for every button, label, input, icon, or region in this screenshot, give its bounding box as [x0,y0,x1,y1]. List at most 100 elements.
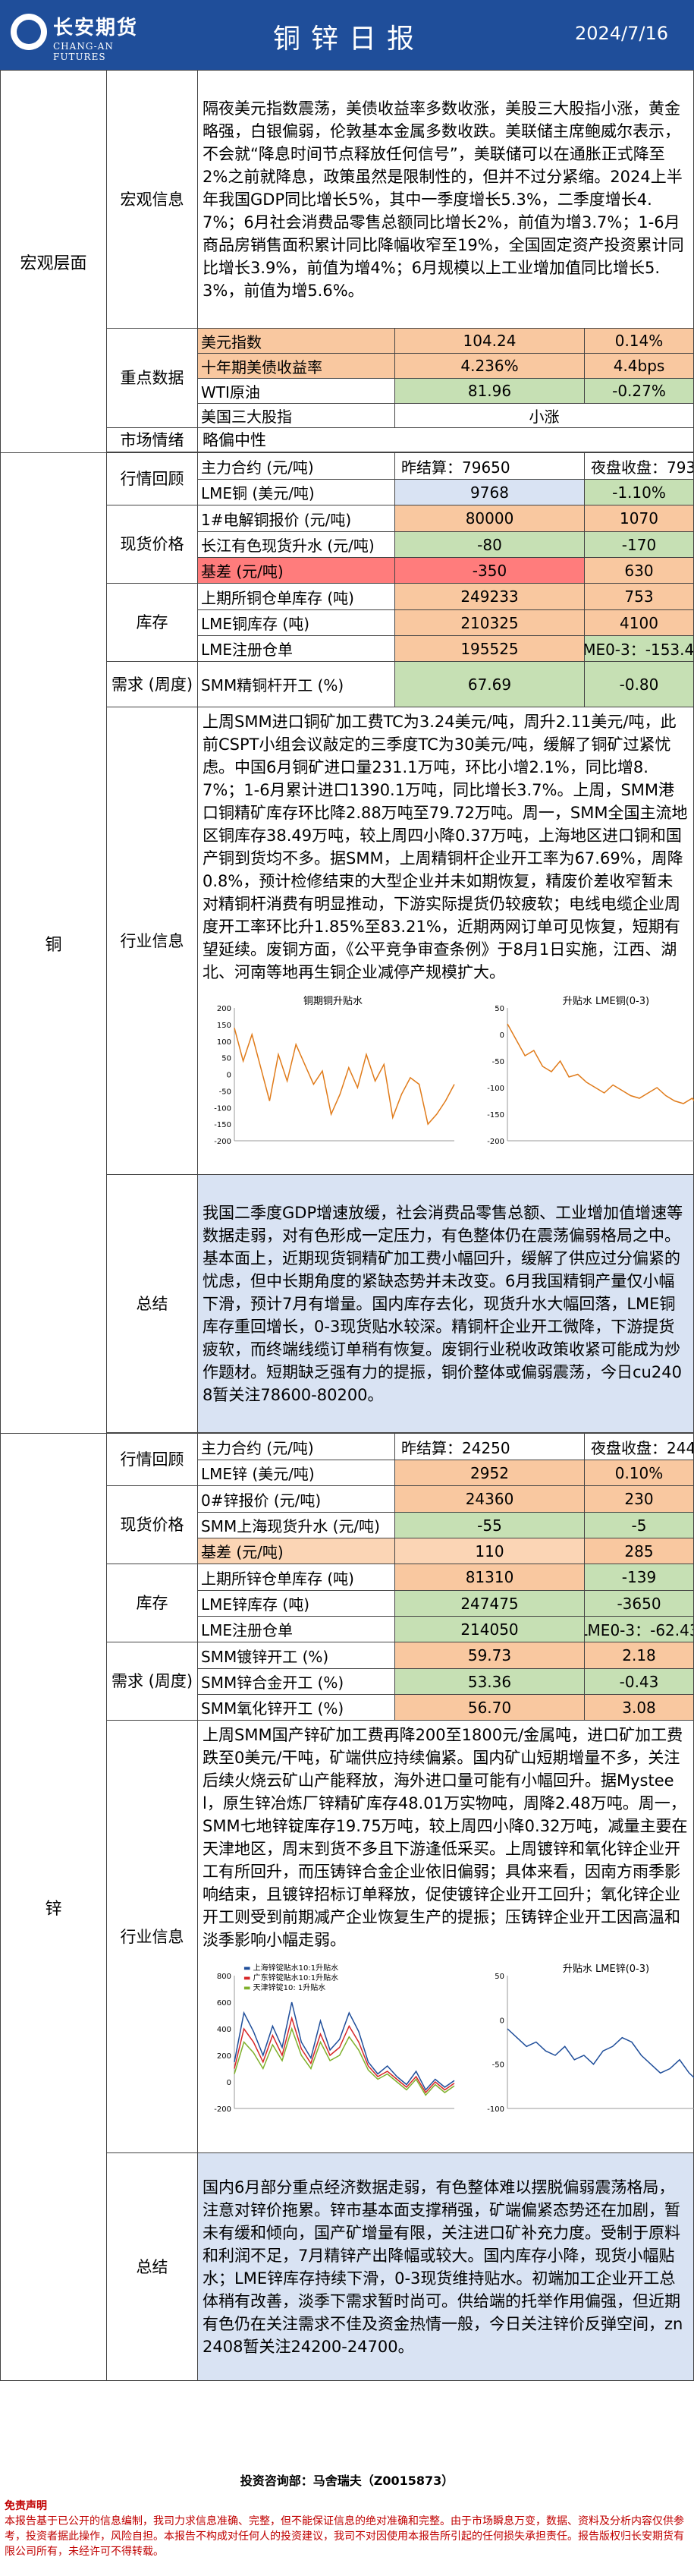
y-tick-label: -100 [487,2105,504,2114]
copper-basis-name: 基差 (元/吨) [198,558,395,583]
zinc-stock-value-3: 214050 [395,1617,585,1642]
zinc-basis-change: 285 [585,1538,693,1564]
copper-spot-value-2: -80 [395,532,585,557]
zinc-spot-value-2: -55 [395,1513,585,1538]
y-tick-label: -50 [219,1088,231,1096]
copper-demand-change: -0.80 [585,662,693,707]
y-tick-label: -50 [492,2061,504,2070]
zinc-stock-name-1: 上期所锌仓单库存 (吨) [198,1564,395,1590]
copper-chart1-svg: 200150100500-50-100-150-200 [214,1005,455,1146]
y-tick-label: 400 [217,2026,231,2034]
wti-change: -0.27% [585,379,693,403]
copper-stock-change-2: 4100 [585,610,693,635]
zinc-night-close: 夜盘收盘：24405 [591,1438,693,1457]
y-tick-label: -50 [492,1058,504,1066]
copper-chart1-title: 铜期铜升贴水 [303,996,363,1007]
y-tick-label: -200 [214,2105,231,2114]
zinc-industry-label: 行业信息 [106,1720,198,2153]
key-data-rows: 美元指数 104.24 0.14% 十年期美债收益率 4.236% 4.4bps… [198,329,693,427]
zinc-demand-value-2: 53.36 [395,1669,585,1694]
copper-lme-spread: LME0-3：-153.45 [585,636,693,661]
copper-stock-value-3: 195525 [395,636,585,661]
legend-item-tianjin: ▬ 天津锌锭10: 1升贴水 [243,1984,326,1992]
usd-index-name: 美元指数 [198,329,395,353]
copper-stock-value-2: 210325 [395,610,585,635]
zinc-stock-value-1: 81310 [395,1564,585,1590]
macro-info-text: 隔夜美元指数震荡，美债收益率多数收涨，美股三大股指小涨，黄金略强，白银偏弱，伦敦… [197,70,694,329]
wti-name: WTI原油 [198,379,395,403]
zinc-lme-spread: LME0-3：-62.43 [585,1617,693,1642]
zinc-spot-value-1: 24360 [395,1486,585,1512]
report-title: 铜锌日报 [272,24,425,55]
sentiment-label: 市场情绪 [106,427,198,452]
zinc-demand-name-3: SMM氧化锌开工 (%) [198,1695,395,1720]
y-tick-label: 600 [217,1999,231,2008]
zinc-basis-name: 基差 (元/吨) [198,1538,395,1564]
zinc-chart1-legend: ▬ 上海锌锭贴水10:1升贴水 ▬ 广东锌锭贴水10:1升贴水 ▬ 天津锌锭10… [243,1963,338,1993]
usd-index-change: 0.14% [585,329,693,353]
copper-night-close: 夜盘收盘：79390 [591,458,693,477]
lme-zinc-change: 0.10% [585,1460,693,1485]
zinc-summary-text: 国内6月部分重点经济数据走弱，有色整体难以摆脱偏弱震荡格局，注意对锌价拖累。锌市… [197,2152,694,2381]
zinc-basis-value: 110 [395,1538,585,1564]
macro-section-label: 宏观层面 [0,70,107,453]
copper-spot-label: 现货价格 [106,505,198,584]
copper-stock-value-1: 249233 [395,584,585,609]
disclaimer-text: 本报告基于已公开的信息编制，我司力求信息准确、完整，但不能保证信息的绝对准确和完… [5,2515,684,2558]
ust10y-value: 4.236% [395,354,585,378]
zinc-spot-name-1: 0#锌报价 (元/吨) [198,1486,395,1512]
zinc-stock-change-2: -3650 [585,1591,693,1616]
copper-spot-name-2: 长江有色现货升水 (元/吨) [198,532,395,557]
zinc-stock-label: 库存 [106,1564,198,1642]
sentiment-value: 略偏中性 [197,427,694,452]
copper-main-contract-name: 主力合约 (元/吨) [198,453,395,479]
copper-stock-name-3: LME注册仓单 [198,636,395,661]
zinc-section-label: 锌 [0,1433,107,2381]
y-tick-label: 200 [217,2052,231,2061]
y-tick-label: 0 [227,2079,231,2087]
zinc-demand-change-2: -0.43 [585,1669,693,1694]
zinc-demand-value-1: 59.73 [395,1642,585,1668]
zinc-chart2-svg: 500-50-100 [487,1973,694,2114]
us-stocks-name: 美国三大股指 [198,404,395,427]
y-tick-label: -200 [214,1138,231,1146]
lme-copper-change: -1.10% [585,480,693,505]
us-stocks-value: 小涨 [529,408,560,426]
usd-index-value: 104.24 [395,329,585,353]
series-line [507,1023,694,1104]
disclaimer-block: 免责声明 本报告基于已公开的信息编制，我司力求信息准确、完整，但不能保证信息的绝… [0,2497,694,2561]
zinc-stock-name-3: LME注册仓单 [198,1617,395,1642]
brand-cn: 长安期货 [53,17,139,39]
copper-demand-value: 67.69 [395,662,585,707]
copper-stock-change-1: 753 [585,584,693,609]
zinc-stock-change-1: -139 [585,1564,693,1590]
zinc-lme-spread-chart: 升贴水 LME锌(0-3) 50 0 -50 -100 [477,1959,694,2137]
y-tick-label: 50 [221,1055,231,1063]
copper-lme-spread-chart: 升贴水 LME铜(0-3) 50 0 -50 -100 -150 -200 [477,991,694,1170]
macro-info-label: 宏观信息 [106,70,198,329]
copper-chart2-svg: 500-50-100-150-200 [487,1005,694,1146]
zinc-review-label: 行情回顾 [106,1433,198,1486]
zinc-demand-value-3: 56.70 [395,1695,585,1720]
copper-basis-change: 630 [585,558,693,583]
y-tick-label: 0 [227,1072,231,1080]
series-line [234,1028,455,1126]
zinc-demand-change-1: 2.18 [585,1642,693,1668]
zinc-demand-change-3: 3.08 [585,1695,693,1720]
copper-spot-value-1: 80000 [395,505,585,531]
zinc-demand-name-1: SMM镀锌开工 (%) [198,1642,395,1668]
brand-en: CHANG-AN FUTURES [53,41,114,62]
y-tick-label: 800 [217,1973,231,1981]
series-line [507,2028,694,2079]
zinc-prev-settle: 昨结算：24250 [395,1434,585,1460]
copper-demand-label: 需求 (周度) [106,661,198,707]
report-table: 宏观层面 宏观信息 隔夜美元指数震荡，美债收益率多数收涨，美股三大股指小涨，黄金… [0,70,694,2381]
copper-industry-label: 行业信息 [106,707,198,1175]
wti-value: 81.96 [395,379,585,403]
analyst-line: 投资咨询部：马舍瑞夫（Z0015873） [240,2474,454,2488]
lme-zinc-value: 2952 [395,1460,585,1485]
copper-stock-name-1: 上期所铜仓单库存 (吨) [198,584,395,609]
y-tick-label: -100 [487,1085,504,1093]
zinc-summary-label: 总结 [106,2152,198,2381]
y-tick-label: -200 [487,1138,504,1146]
